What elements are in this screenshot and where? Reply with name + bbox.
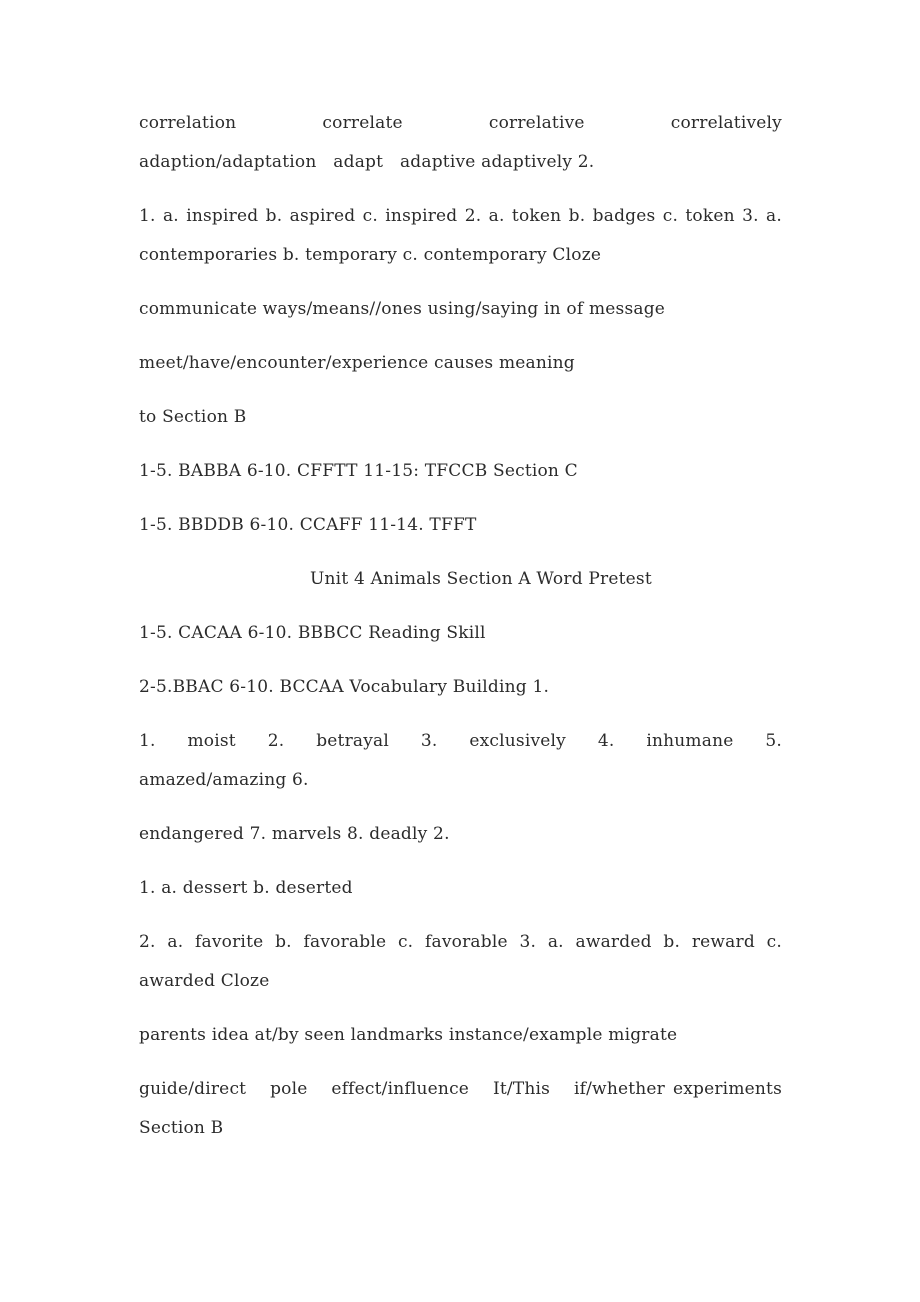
paragraph-unit-heading: Unit 4 Animals Section A Word Pretest (310, 569, 652, 589)
paragraph-section-c-answers: 1-5. BBDDB 6-10. CCAFF 11-14. TFFT (139, 515, 477, 535)
paragraph-word-formation-correlation: correlation correlate correlative correl… (139, 113, 788, 172)
document-page: correlation correlate correlative correl… (0, 0, 920, 1302)
paragraph-word-choice-answers-2a: 1. a. dessert b. deserted (139, 878, 353, 898)
paragraph-section-b-answers: 1-5. BABBA 6-10. CFFTT 11-15: TFCCB Sect… (139, 461, 578, 481)
paragraph-vocabulary-building-answers: 1. moist 2. betrayal 3. exclusively 4. i… (139, 731, 788, 790)
paragraph-vocabulary-building-answers-cont: endangered 7. marvels 8. deadly 2. (139, 824, 450, 844)
paragraph-cloze-answers-line-1: communicate ways/means//ones using/sayin… (139, 299, 666, 319)
paragraph-cloze-answers-unit4-line-2: guide/direct pole effect/influence It/Th… (139, 1079, 788, 1138)
paragraph-cloze-answers-unit4-line-1: parents idea at/by seen landmarks instan… (139, 1025, 678, 1045)
paragraph-reading-skill-answers: 2-5.BBAC 6-10. BCCAA Vocabulary Building… (139, 677, 550, 697)
paragraph-cloze-answers-line-2: meet/have/encounter/experience causes me… (139, 353, 575, 373)
paragraph-cloze-answers-line-3: to Section B (139, 407, 247, 427)
document-text-body: correlation correlate correlative correl… (139, 104, 782, 1148)
paragraph-word-pretest-answers: 1-5. CACAA 6-10. BBBCC Reading Skill (139, 623, 486, 643)
paragraph-word-choice-answers-2b: 2. a. favorite b. favorable c. favorable… (139, 932, 788, 991)
paragraph-word-choice-answers-1: 1. a. inspired b. aspired c. inspired 2.… (139, 206, 788, 265)
